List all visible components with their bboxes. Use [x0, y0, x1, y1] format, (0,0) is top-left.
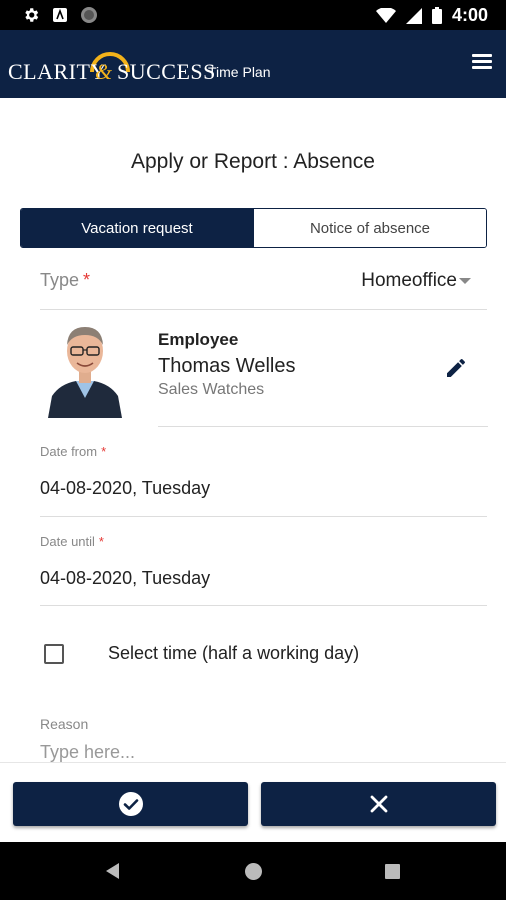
- required-mark: *: [83, 270, 91, 290]
- back-icon[interactable]: [106, 863, 119, 879]
- brand-subtitle: Time Plan: [208, 64, 271, 80]
- home-icon[interactable]: [245, 863, 262, 880]
- system-nav-bar: [0, 842, 506, 900]
- app-screen: 4:00 CLARITY & SUCCESS Time Plan Apply o…: [0, 0, 506, 900]
- date-from-field[interactable]: Date from * 04-08-2020, Tuesday: [40, 444, 487, 517]
- half-day-checkbox[interactable]: [44, 644, 64, 664]
- brand-clarity: CLARITY: [8, 59, 107, 84]
- employee-label: Employee: [158, 330, 239, 349]
- circle-icon: [81, 7, 97, 23]
- check-circle-icon: [118, 792, 143, 816]
- avatar: [46, 318, 124, 418]
- close-icon: [370, 795, 387, 813]
- tab-notice-of-absence[interactable]: Notice of absence: [253, 209, 486, 247]
- date-until-value: 04-08-2020, Tuesday: [40, 568, 211, 588]
- brand-logo[interactable]: CLARITY & SUCCESS Time Plan: [8, 46, 288, 86]
- status-bar: 4:00: [0, 0, 506, 30]
- app-icon: [53, 8, 67, 22]
- tab-vacation-request[interactable]: Vacation request: [21, 209, 253, 247]
- required-mark: *: [101, 444, 107, 459]
- date-until-field[interactable]: Date until * 04-08-2020, Tuesday: [40, 534, 487, 606]
- page-title: Apply or Report : Absence: [131, 150, 375, 173]
- employee-name: Thomas Welles: [158, 355, 296, 377]
- date-from-label: Date from *: [40, 444, 107, 459]
- status-time: 4:00: [451, 5, 488, 25]
- type-label: Type *: [40, 270, 91, 290]
- type-value: Homeoffice: [361, 270, 457, 291]
- reason-input[interactable]: [40, 742, 480, 763]
- date-until-label: Date until *: [40, 534, 104, 549]
- app-bar: CLARITY & SUCCESS Time Plan: [0, 30, 506, 98]
- wifi-icon: [375, 7, 396, 23]
- gear-icon: [25, 8, 39, 22]
- cancel-button[interactable]: [261, 782, 496, 826]
- reason-label: Reason: [40, 716, 89, 732]
- half-day-label[interactable]: Select time (half a working day): [108, 643, 359, 664]
- employee-card: Employee Thomas Welles Sales Watches: [158, 318, 488, 427]
- date-from-value: 04-08-2020, Tuesday: [40, 478, 211, 498]
- employee-department: Sales Watches: [158, 381, 265, 398]
- signal-icon: [405, 7, 422, 24]
- recent-apps-icon[interactable]: [385, 864, 400, 879]
- brand-ampersand: &: [95, 59, 113, 84]
- brand-success: SUCCESS: [117, 59, 216, 84]
- request-type-toggle: Vacation request Notice of absence: [20, 208, 487, 248]
- select-time-row: Select time (half a working day): [44, 640, 494, 668]
- action-bar: [0, 762, 506, 842]
- pencil-icon[interactable]: [444, 356, 468, 380]
- battery-icon: [431, 7, 442, 24]
- hamburger-menu-icon[interactable]: [472, 54, 492, 70]
- chevron-down-icon: [459, 278, 471, 284]
- type-dropdown[interactable]: Type * Homeoffice: [40, 262, 487, 310]
- confirm-button[interactable]: [13, 782, 248, 826]
- required-mark: *: [98, 534, 104, 549]
